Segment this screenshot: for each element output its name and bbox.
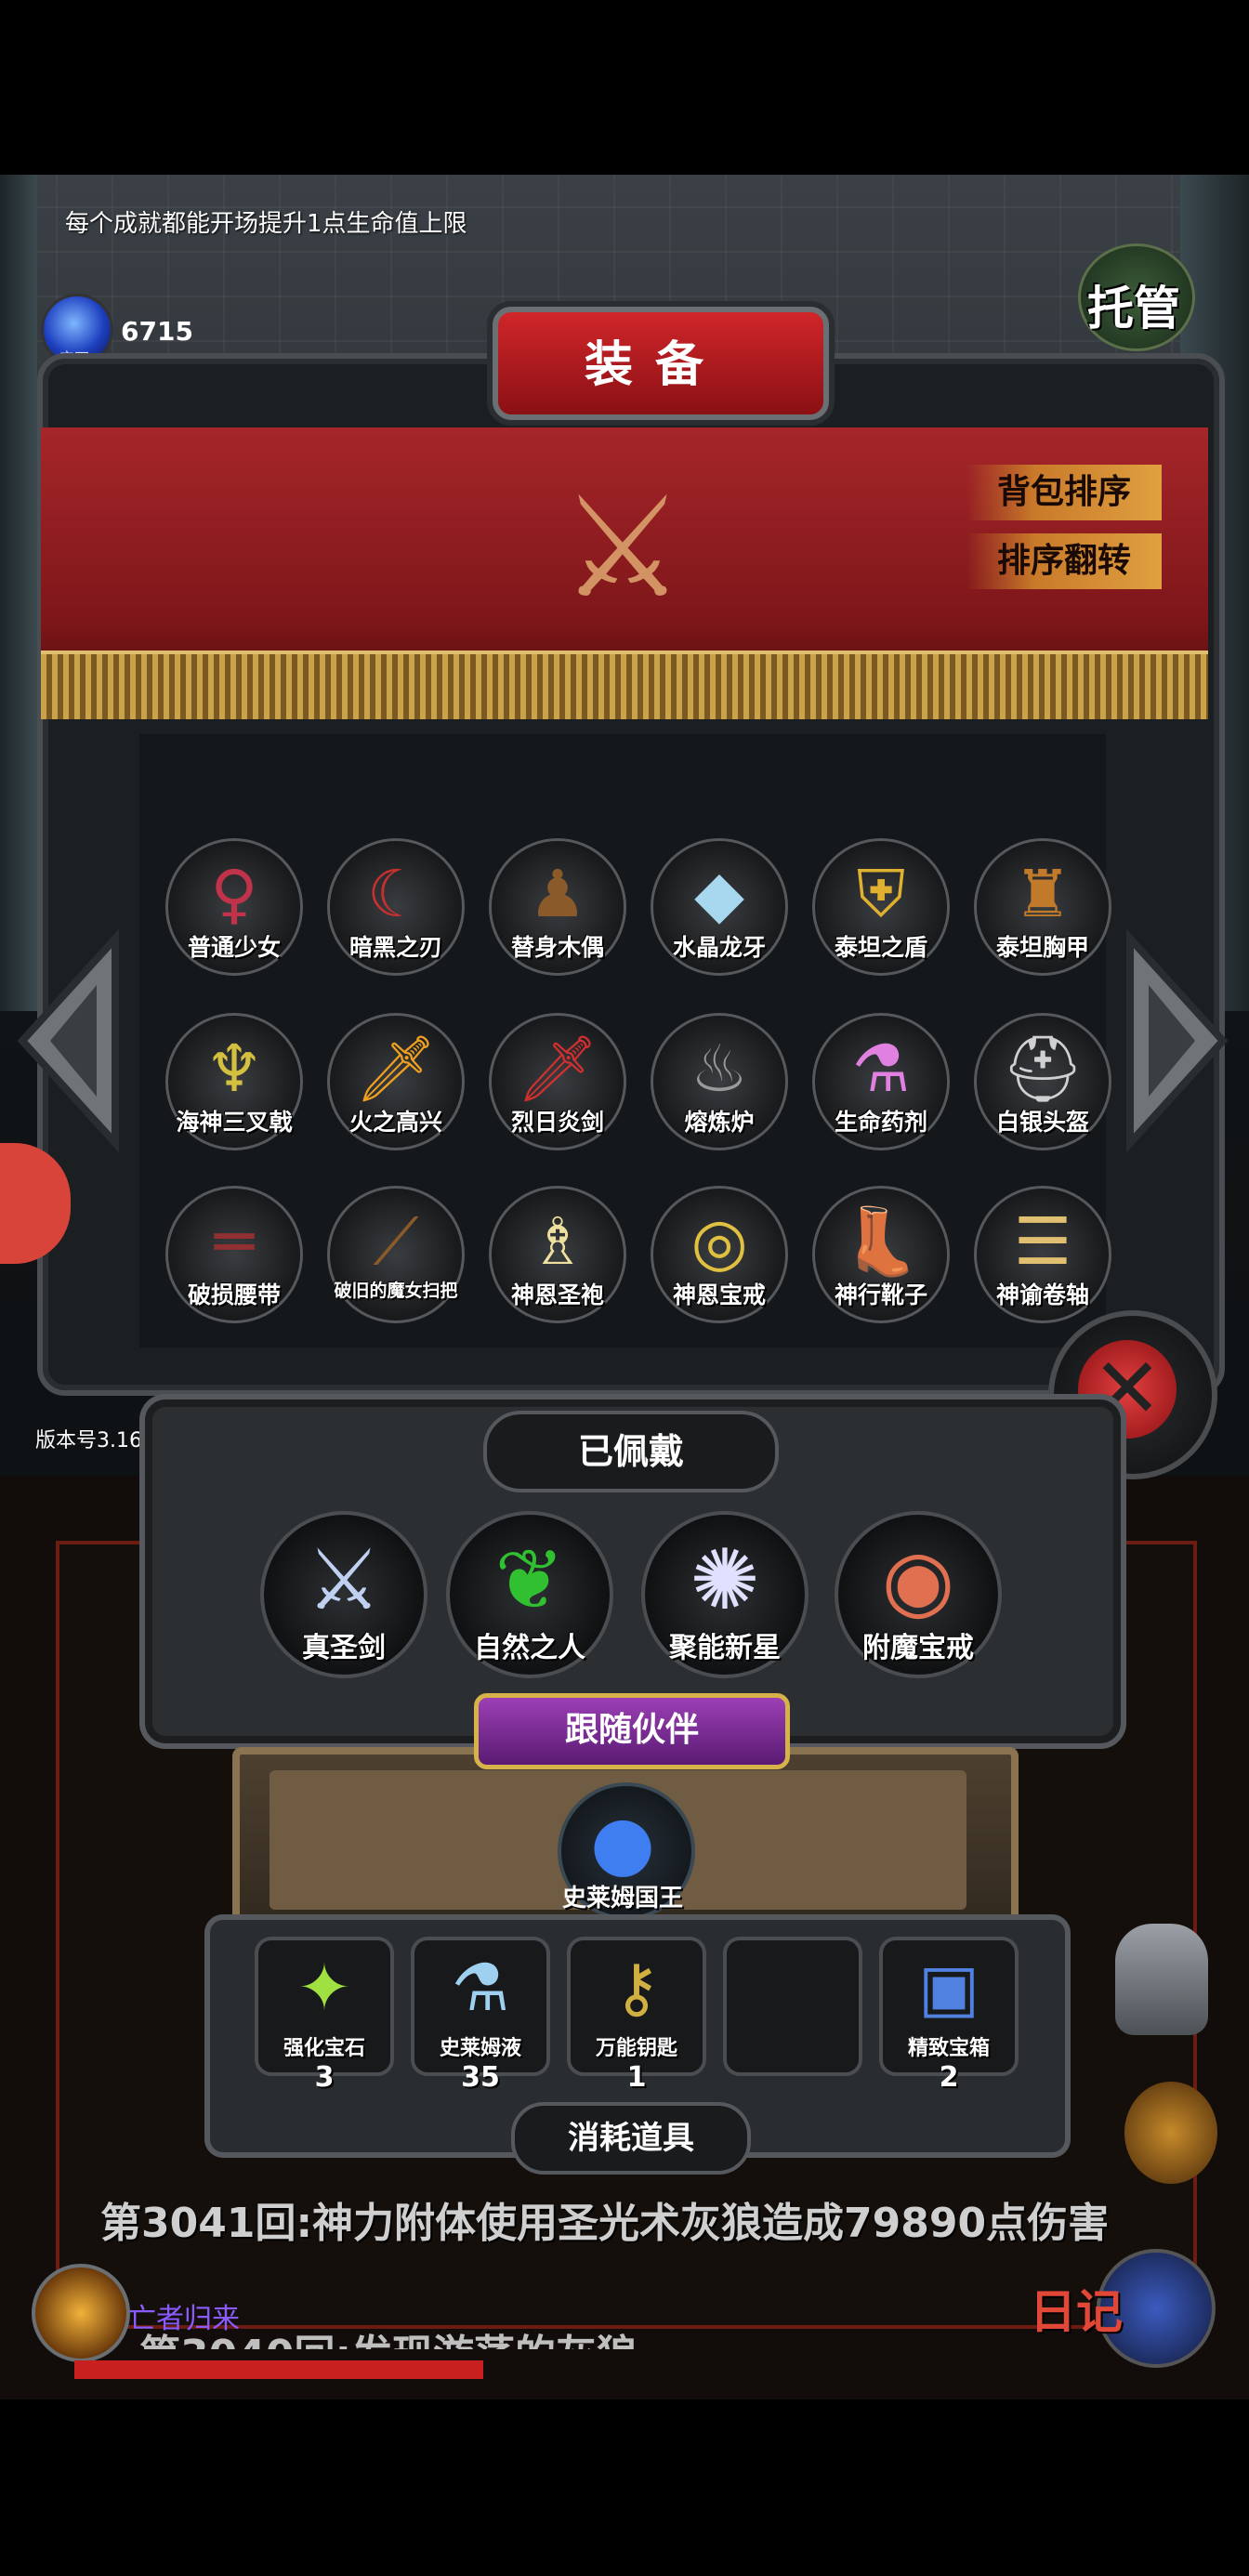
inventory-item-label: 熔炼炉 bbox=[684, 1109, 755, 1136]
inventory-item-label: 普通少女 bbox=[187, 934, 281, 961]
auto-play-label[interactable]: 托管 bbox=[1087, 271, 1180, 338]
knight-helmet-icon[interactable] bbox=[1115, 1924, 1208, 2035]
gem-count: 6715 bbox=[121, 316, 193, 347]
upgrade-gem-icon[interactable]: ✦ bbox=[255, 1937, 394, 2039]
inventory-item-label: 白银头盔 bbox=[995, 1109, 1089, 1136]
inventory-item-label: 泰坦之盾 bbox=[834, 934, 927, 961]
consumable-label: 史莱姆液 bbox=[439, 2037, 521, 2060]
empty-consumable-slot[interactable] bbox=[723, 1937, 862, 2076]
bottom-progress-bar bbox=[74, 2360, 483, 2379]
inventory-item-label: 生命药剂 bbox=[834, 1109, 927, 1136]
inventory-item-label: 神谕卷轴 bbox=[995, 1281, 1089, 1308]
worn-item-label: 聚能新星 bbox=[669, 1632, 781, 1664]
banner-fringe bbox=[41, 651, 1208, 719]
hero-name: 亡者归来 bbox=[128, 2303, 240, 2335]
version-label: 版本号3.16 bbox=[35, 1429, 142, 1452]
consumable-count: 1 bbox=[626, 2061, 647, 2094]
battle-log-line: 第3041回:神力附体使用圣光术灰狼造成79890点伤害 bbox=[100, 2200, 1110, 2247]
inventory-item-label: 神恩宝戒 bbox=[672, 1281, 766, 1308]
slime-liquid-icon[interactable]: ⚗ bbox=[411, 1937, 550, 2039]
master-key-icon[interactable]: ⚷ bbox=[567, 1937, 706, 2039]
inventory-item-label: 神行靴子 bbox=[834, 1281, 927, 1308]
consumables-header: 消耗道具 bbox=[511, 2102, 751, 2175]
worn-item-label: 真圣剑 bbox=[302, 1632, 386, 1664]
consumable-label: 万能钥匙 bbox=[595, 2037, 677, 2060]
crossed-swords-crest-icon: ⚔ bbox=[559, 467, 686, 629]
sort-backpack-button[interactable]: 背包排序 bbox=[966, 465, 1162, 520]
companion-header: 跟随伙伴 bbox=[474, 1693, 790, 1769]
inventory-item-label: 海神三叉戟 bbox=[176, 1109, 293, 1136]
worn-item-label: 附魔宝戒 bbox=[862, 1632, 974, 1664]
previous-page-arrow-icon[interactable] bbox=[13, 928, 125, 1153]
castle-column-left bbox=[0, 175, 37, 1011]
inventory-item-label: 火之高兴 bbox=[348, 1109, 442, 1136]
consumable-label: 精致宝箱 bbox=[907, 2037, 990, 2060]
consumable-label: 强化宝石 bbox=[283, 2037, 365, 2060]
consumable-count: 35 bbox=[461, 2061, 500, 2094]
inventory-item-label: 替身木偶 bbox=[510, 934, 604, 961]
companion-name: 史莱姆国王 bbox=[561, 1885, 683, 1912]
consumable-count: 3 bbox=[314, 2061, 335, 2094]
consumable-count: 2 bbox=[939, 2061, 959, 2094]
inventory-item-label: 神恩圣袍 bbox=[510, 1281, 604, 1308]
inventory-item-label: 暗黑之刃 bbox=[348, 934, 442, 961]
tavern-mug-icon[interactable] bbox=[1124, 2082, 1217, 2184]
inventory-item-label: 泰坦胸甲 bbox=[995, 934, 1089, 961]
diary-button[interactable]: 日记 bbox=[1030, 2275, 1123, 2342]
inventory-item-label: 水晶龙牙 bbox=[672, 934, 766, 961]
achievement-tip: 每个成就都能开场提升1点生命值上限 bbox=[65, 210, 467, 238]
hero-avatar[interactable] bbox=[32, 2264, 130, 2362]
inventory-item-label: 破损腰带 bbox=[187, 1281, 281, 1308]
treasure-chest-icon[interactable]: ▣ bbox=[879, 1937, 1019, 2039]
inventory-item-label: 破旧的魔女扫把 bbox=[334, 1281, 458, 1301]
reverse-sort-button[interactable]: 排序翻转 bbox=[966, 533, 1162, 589]
worn-header: 已佩戴 bbox=[483, 1411, 779, 1492]
panel-title: 装备 bbox=[584, 337, 726, 393]
inventory-item-label: 烈日炎剑 bbox=[510, 1109, 604, 1136]
next-page-arrow-icon[interactable] bbox=[1121, 928, 1232, 1153]
worn-item-label: 自然之人 bbox=[474, 1632, 585, 1664]
